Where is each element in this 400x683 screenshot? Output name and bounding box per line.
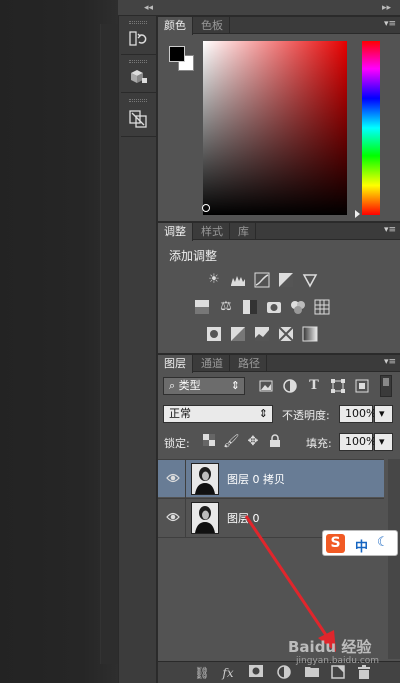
layer-name[interactable]: 图层 0 拷贝	[227, 471, 285, 487]
add-adjustment-heading: 添加调整	[169, 249, 218, 263]
layer-thumbnail	[191, 463, 219, 495]
tab-libraries[interactable]: 库	[232, 223, 256, 240]
color-lookup-icon[interactable]	[314, 299, 330, 315]
fill-input[interactable]: 100%	[339, 433, 376, 451]
filter-pixel-icon[interactable]	[258, 378, 274, 394]
collapse-dock-icon[interactable]: ◂◂	[144, 3, 153, 13]
color-panel-tabs: 颜色 色板 ▾≡	[158, 17, 400, 35]
adjustments-panel-tabs: 调整 样式 库 ▾≡	[158, 223, 400, 241]
tab-swatches[interactable]: 色板	[195, 17, 230, 34]
moon-icon[interactable]: ☾	[377, 535, 389, 550]
layer-row-copy[interactable]: 图层 0 拷贝	[158, 459, 384, 498]
opacity-dropdown-button[interactable]: ▾	[374, 405, 393, 423]
link-layers-icon[interactable]: ⛓	[194, 665, 210, 681]
tab-adjustments[interactable]: 调整	[158, 223, 193, 241]
gradient-map-icon[interactable]	[302, 326, 318, 342]
watermark-url: jingyan.baidu.com	[296, 656, 380, 666]
filter-smart-object-icon[interactable]	[354, 378, 370, 394]
color-picker-ring[interactable]	[202, 204, 210, 212]
black-white-icon[interactable]	[242, 299, 258, 315]
brightness-icon[interactable]: ☀	[206, 272, 222, 288]
dock-grip[interactable]	[129, 60, 147, 63]
lock-image-pixels-brush-icon[interactable]: 🖌	[223, 434, 240, 450]
dock-grip[interactable]	[129, 99, 147, 102]
lock-position-move-icon[interactable]: ✥	[245, 434, 261, 450]
lock-label: 锁定:	[164, 437, 190, 450]
levels-icon[interactable]	[230, 272, 246, 288]
fill-dropdown-button[interactable]: ▾	[374, 433, 393, 451]
layer-filter-select[interactable]: ⌕ 类型 ⇕	[163, 377, 245, 395]
filter-type-icon[interactable]: T	[306, 378, 322, 394]
color-balance-icon[interactable]: ⚖	[218, 299, 234, 315]
watermark-logo: Baidu 经验	[288, 638, 372, 656]
collapse-panels-icon[interactable]: ▸▸	[382, 3, 391, 13]
tab-channels[interactable]: 通道	[195, 355, 230, 372]
filter-toggle-switch[interactable]	[380, 375, 392, 397]
lock-transparent-pixels-icon[interactable]	[201, 434, 217, 450]
canvas-scroll-area	[100, 24, 118, 664]
layers-panel-tabs: 图层 通道 路径 ▾≡	[158, 355, 400, 373]
tab-color[interactable]: 颜色	[158, 17, 193, 35]
adjustments-panel: 调整 样式 库 ▾≡ 添加调整 ☀ ⚖	[158, 222, 400, 353]
icon-dock	[118, 16, 157, 683]
curves-icon[interactable]	[254, 272, 270, 288]
3d-cube-icon[interactable]	[127, 66, 149, 88]
tab-styles[interactable]: 样式	[195, 223, 230, 240]
vibrance-icon[interactable]	[302, 272, 318, 288]
add-mask-icon[interactable]	[248, 665, 264, 681]
hue-slider[interactable]	[362, 41, 380, 215]
lock-all-icon[interactable]	[267, 434, 283, 450]
panel-menu-icon[interactable]: ▾≡	[384, 225, 396, 235]
properties-icon[interactable]	[127, 108, 149, 130]
layer-thumbnail	[191, 502, 219, 534]
foreground-color-swatch[interactable]	[169, 46, 185, 62]
threshold-icon[interactable]	[254, 326, 270, 342]
visibility-eye-icon[interactable]	[166, 511, 180, 523]
visibility-eye-icon[interactable]	[166, 472, 180, 484]
search-icon: ⌕	[169, 379, 176, 392]
color-spectrum-field[interactable]	[203, 41, 347, 215]
filter-shape-icon[interactable]	[330, 378, 346, 394]
color-panel: 颜色 色板 ▾≡	[158, 16, 400, 221]
new-adjustment-layer-icon[interactable]	[276, 665, 292, 681]
updown-arrow-icon: ⇕	[230, 379, 240, 392]
channel-mixer-icon[interactable]	[290, 299, 306, 315]
invert-icon[interactable]	[206, 326, 222, 342]
tab-paths[interactable]: 路径	[232, 355, 267, 372]
blend-mode-select[interactable]: 正常 ⇕	[163, 405, 273, 423]
hue-slider-handle[interactable]	[355, 210, 360, 218]
hue-saturation-icon[interactable]	[194, 299, 210, 315]
filter-adjustment-icon[interactable]	[282, 378, 298, 394]
fx-layer-style-icon[interactable]: fx	[220, 665, 236, 681]
panel-menu-icon[interactable]: ▾≡	[384, 19, 396, 29]
photo-filter-icon[interactable]	[266, 299, 282, 315]
selective-color-icon[interactable]	[278, 326, 294, 342]
updown-arrow-icon: ⇕	[258, 407, 268, 420]
dock-grip[interactable]	[129, 21, 147, 24]
posterize-icon[interactable]	[230, 326, 246, 342]
exposure-icon[interactable]	[278, 272, 294, 288]
opacity-input[interactable]: 100%	[339, 405, 376, 423]
fill-label: 填充:	[306, 437, 332, 450]
tab-layers[interactable]: 图层	[158, 355, 193, 373]
panel-menu-icon[interactable]: ▾≡	[384, 357, 396, 367]
layer-list-scrollbar[interactable]	[388, 459, 400, 659]
delete-layer-trash-icon[interactable]	[356, 665, 372, 681]
new-group-folder-icon[interactable]	[304, 665, 320, 681]
panel-top-bar: ◂◂ ▸▸	[118, 0, 400, 16]
new-layer-icon[interactable]	[330, 665, 346, 681]
history-icon[interactable]	[127, 28, 149, 50]
opacity-label: 不透明度:	[282, 409, 330, 422]
